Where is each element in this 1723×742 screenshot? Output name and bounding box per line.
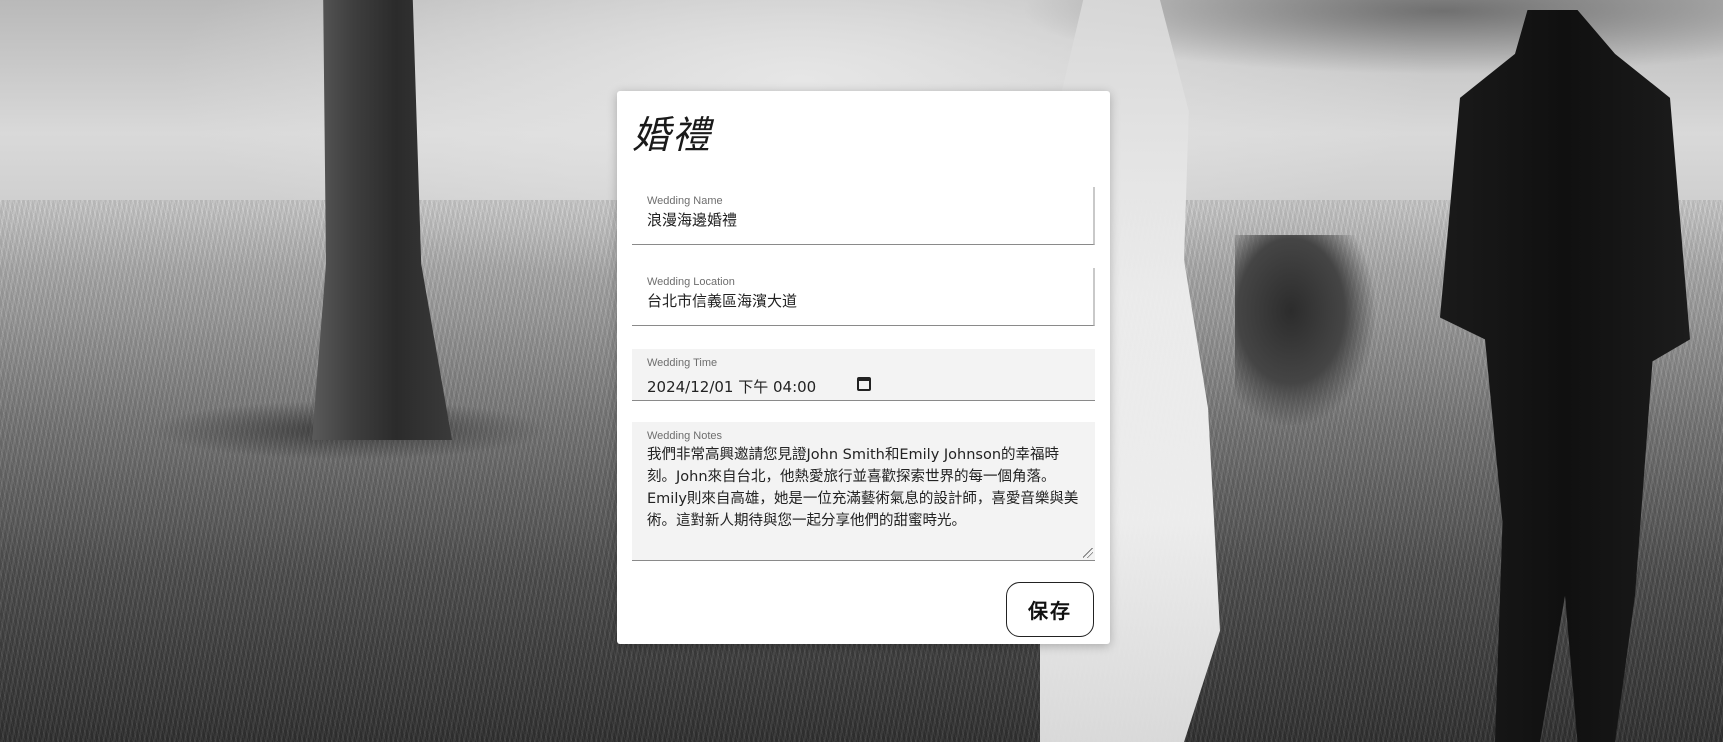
wedding-time-label: Wedding Time (647, 357, 718, 369)
wedding-form-card: 婚禮 Wedding Name 浪漫海邊婚禮 Wedding Location … (617, 91, 1110, 644)
wedding-name-label: Wedding Name (647, 195, 723, 207)
save-button[interactable]: 保存 (1006, 582, 1094, 637)
wedding-name-value[interactable]: 浪漫海邊婚禮 (647, 209, 1081, 230)
wedding-name-field[interactable]: Wedding Name 浪漫海邊婚禮 (632, 187, 1095, 245)
card-title: 婚禮 (632, 113, 713, 157)
wedding-notes-label: Wedding Notes (647, 430, 723, 442)
wedding-location-label: Wedding Location (647, 276, 735, 288)
resize-handle-icon[interactable] (1083, 548, 1093, 558)
wedding-time-field[interactable]: Wedding Time 2024/12/01 下午 04:00 (632, 349, 1095, 401)
wedding-location-value[interactable]: 台北市信義區海濱大道 (647, 290, 1081, 311)
calendar-icon[interactable] (857, 377, 871, 391)
wedding-notes-value[interactable]: 我們非常高興邀請您見證John Smith和Emily Johnson的幸福時刻… (647, 444, 1083, 532)
wedding-location-field[interactable]: Wedding Location 台北市信義區海濱大道 (632, 268, 1095, 326)
bouquet (1235, 235, 1375, 425)
wedding-notes-field[interactable]: Wedding Notes 我們非常高興邀請您見證John Smith和Emil… (632, 422, 1095, 561)
